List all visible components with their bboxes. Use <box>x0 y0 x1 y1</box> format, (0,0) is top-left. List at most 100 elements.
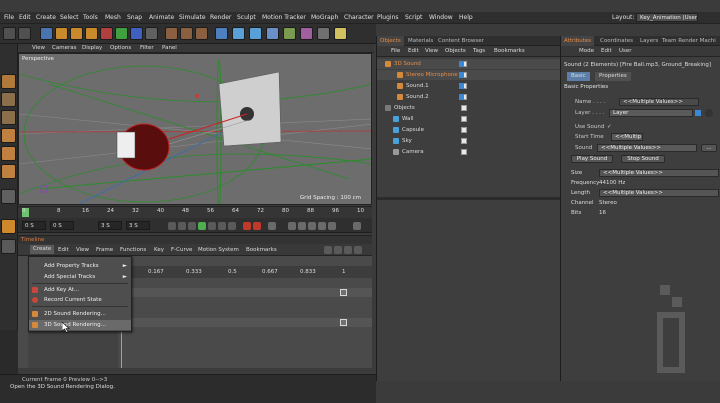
timeline-track-row[interactable] <box>118 288 372 297</box>
tab-objects[interactable]: Objects <box>377 36 404 46</box>
next-frame-icon[interactable] <box>208 222 216 230</box>
object-row[interactable]: Sky <box>377 136 560 146</box>
menu-mograph[interactable]: MoGraph <box>311 14 338 21</box>
menu-script[interactable]: Script <box>405 14 422 21</box>
visibility-toggle[interactable] <box>461 116 467 122</box>
menu-sculpt[interactable]: Sculpt <box>237 14 256 21</box>
coordinate-system-icon[interactable] <box>145 27 158 40</box>
menu-mesh[interactable]: Mesh <box>105 14 121 21</box>
am-menu-edit[interactable]: Edit <box>601 48 612 54</box>
timeline-menu-functions[interactable]: Functions <box>120 247 146 253</box>
record-icon[interactable] <box>243 222 251 230</box>
timeline-zoom-icon[interactable] <box>334 246 342 254</box>
pen-icon[interactable] <box>232 27 245 40</box>
keyframe-selection-icon[interactable] <box>268 222 276 230</box>
menu-tools[interactable]: Tools <box>83 14 98 21</box>
selection-tag-icon[interactable] <box>459 72 464 78</box>
object-row[interactable]: 3D Sound <box>377 59 560 69</box>
menu-character[interactable]: Character <box>344 14 374 21</box>
viewport-menu-panel[interactable]: Panel <box>162 45 177 51</box>
end-time-field[interactable]: 3 S <box>98 221 122 230</box>
object-row[interactable]: Wall <box>377 114 560 124</box>
timeline-menu-create[interactable]: Create <box>30 245 55 254</box>
menu-item-3d-sound-rendering[interactable]: 3D Sound Rendering... <box>29 320 131 330</box>
menu-animate[interactable]: Animate <box>149 14 174 21</box>
play-sound-button[interactable]: Play Sound <box>571 155 613 163</box>
visibility-toggle[interactable] <box>461 149 467 155</box>
play-icon[interactable] <box>198 222 206 230</box>
render-view-icon[interactable] <box>165 27 178 40</box>
scene-icon[interactable] <box>300 27 313 40</box>
om-menu-view[interactable]: View <box>425 48 438 54</box>
timeline-menu-icon[interactable] <box>353 222 361 230</box>
array-icon[interactable] <box>266 27 279 40</box>
om-menu-edit[interactable]: Edit <box>408 48 419 54</box>
tab-team-render[interactable]: Team Render Machi <box>659 36 719 46</box>
z-axis-icon[interactable] <box>130 27 143 40</box>
menu-help[interactable]: Help <box>459 14 473 21</box>
deformer-icon[interactable] <box>283 27 296 40</box>
points-mode-icon[interactable] <box>1 128 16 143</box>
menu-snap[interactable]: Snap <box>127 14 142 21</box>
tab-attributes[interactable]: Attributes <box>561 36 595 46</box>
current-time-field[interactable]: 0 S <box>50 221 74 230</box>
menu-edit[interactable]: Edit <box>19 14 31 21</box>
tab-content-browser[interactable]: Content Browser <box>435 36 487 46</box>
timeline-maximize-icon[interactable] <box>354 246 362 254</box>
timeline-menu-fcurve[interactable]: F-Curve <box>171 247 192 253</box>
menu-item-2d-sound-rendering[interactable]: 2D Sound Rendering... <box>29 309 131 319</box>
menu-item-record-current-state[interactable]: Record Current State <box>29 295 131 305</box>
use-sound-checkbox[interactable]: ✓ <box>607 124 612 130</box>
timeline-menu-frame[interactable]: Frame <box>96 247 113 253</box>
previous-frame-icon[interactable] <box>188 222 196 230</box>
light-icon[interactable] <box>334 27 347 40</box>
timeline-ruler[interactable]: 0 0.167 0.333 0.5 0.667 0.833 1 <box>118 266 372 278</box>
menu-simulate[interactable]: Simulate <box>179 14 206 21</box>
timeline-menu-key[interactable]: Key <box>154 247 164 253</box>
key-scale-icon[interactable] <box>298 222 306 230</box>
scale-tool-icon[interactable] <box>70 27 83 40</box>
om-menu-file[interactable]: File <box>391 48 400 54</box>
layout-select[interactable]: Key_Animation (User) <box>636 13 698 22</box>
previous-key-icon[interactable] <box>178 222 186 230</box>
timeline-menu-edit[interactable]: Edit <box>58 247 69 253</box>
timeline-search-icon[interactable] <box>324 246 332 254</box>
key-param-icon[interactable] <box>318 222 326 230</box>
menu-plugins[interactable]: Plugins <box>377 14 399 21</box>
texture-mode-icon[interactable] <box>1 92 16 107</box>
layer-field[interactable]: Layer <box>609 109 693 117</box>
timeline-menu-bookmarks[interactable]: Bookmarks <box>246 247 277 253</box>
subtab-properties[interactable]: Properties <box>595 72 631 81</box>
sound-browse-button[interactable]: ... <box>701 144 717 152</box>
key-position-icon[interactable] <box>288 222 296 230</box>
undo-icon[interactable] <box>3 27 16 40</box>
tab-materials[interactable]: Materials <box>405 36 436 46</box>
menu-window[interactable]: Window <box>429 14 453 21</box>
viewport-menu-view[interactable]: View <box>32 45 45 51</box>
go-to-start-icon[interactable] <box>168 222 176 230</box>
visibility-toggle[interactable] <box>461 127 467 133</box>
key-rotation-icon[interactable] <box>308 222 316 230</box>
viewport-menu-filter[interactable]: Filter <box>140 45 154 51</box>
key-pla-icon[interactable] <box>328 222 336 230</box>
menu-render[interactable]: Render <box>210 14 231 21</box>
tab-coordinates[interactable]: Coordinates <box>597 36 636 46</box>
am-menu-mode[interactable]: Mode <box>579 48 594 54</box>
timeline-menu-motion-system[interactable]: Motion System <box>198 247 239 253</box>
lock-icon[interactable] <box>1 239 16 254</box>
timeline-pan-icon[interactable] <box>344 246 352 254</box>
menu-item-add-special-tracks[interactable]: Add Special Tracks ► <box>29 272 131 282</box>
render-picture-viewer-icon[interactable] <box>180 27 193 40</box>
camera-icon[interactable] <box>317 27 330 40</box>
y-axis-icon[interactable] <box>115 27 128 40</box>
subdivision-icon[interactable] <box>249 27 262 40</box>
menu-select[interactable]: Select <box>60 14 79 21</box>
object-row[interactable]: Stereo Microphone <box>377 70 560 80</box>
start-time-field[interactable]: 0 S <box>22 221 46 230</box>
object-row[interactable]: Camera <box>377 147 560 157</box>
edges-mode-icon[interactable] <box>1 146 16 161</box>
keyframe[interactable] <box>340 319 347 326</box>
model-mode-icon[interactable] <box>1 74 16 89</box>
tab-layers[interactable]: Layers <box>637 36 661 46</box>
menu-create[interactable]: Create <box>36 14 56 21</box>
